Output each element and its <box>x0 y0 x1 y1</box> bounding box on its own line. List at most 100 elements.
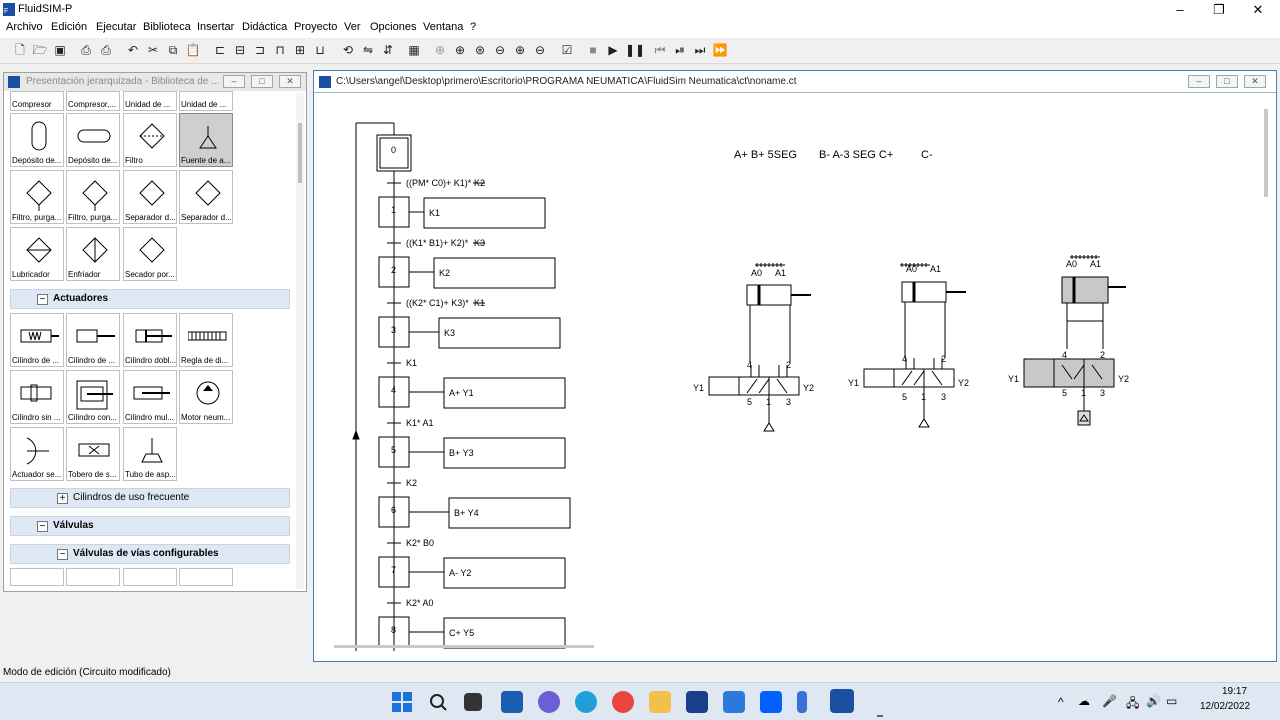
check-drawing-icon[interactable]: ☑ <box>559 42 575 58</box>
chat-icon[interactable] <box>538 691 560 713</box>
circuit-maximize-button[interactable]: □ <box>1216 75 1238 88</box>
align-bottom-icon[interactable]: ⊔ <box>312 42 328 58</box>
zoom-icon[interactable]: ⊕ <box>432 42 448 58</box>
menu-insertar[interactable]: Insertar <box>197 21 234 33</box>
circuit-close-button[interactable]: ✕ <box>1244 75 1266 88</box>
align-top-icon[interactable]: ⊓ <box>272 42 288 58</box>
menu-edicion[interactable]: Edición <box>51 21 87 33</box>
library-tile-secador[interactable]: Secador por... <box>123 227 177 281</box>
edge-browser-icon[interactable] <box>575 691 597 713</box>
open-folder-icon[interactable]: 🗁 <box>32 42 48 58</box>
store-icon[interactable] <box>686 691 708 713</box>
align-right-icon[interactable]: ⊐ <box>252 42 268 58</box>
category-valvulas[interactable]: − Válvulas <box>10 516 290 536</box>
library-tile[interactable]: Compresor <box>10 91 64 111</box>
library-tile-fuente[interactable]: Fuente de a... <box>179 113 233 167</box>
library-scroll-thumb[interactable] <box>298 123 302 183</box>
library-tile-actuador[interactable]: Actuador se... <box>10 427 64 481</box>
mirror-vertical-icon[interactable]: ⇵ <box>380 42 396 58</box>
circuit-minimize-button[interactable]: – <box>1188 75 1210 88</box>
cut-icon[interactable]: ✂ <box>145 42 161 58</box>
copy-icon[interactable]: ⧉ <box>165 42 181 58</box>
stop-icon[interactable]: ■ <box>585 42 601 58</box>
align-center-icon[interactable]: ⊟ <box>232 42 248 58</box>
step-forward-icon[interactable]: ⏭ <box>692 42 708 58</box>
menu-didactica[interactable]: Didáctica <box>242 21 287 33</box>
library-tile-lubricador[interactable]: Lubricador <box>10 227 64 281</box>
close-button[interactable]: ✕ <box>1241 0 1275 20</box>
menu-biblioteca[interactable]: Biblioteca <box>143 21 191 33</box>
menu-ventana[interactable]: Ventana <box>423 21 463 33</box>
library-tile[interactable]: Compresor,... <box>66 91 120 111</box>
library-tile[interactable]: Filtro, purga... <box>66 170 120 224</box>
file-explorer-icon[interactable] <box>649 691 671 713</box>
battery-icon[interactable]: ▭ <box>1166 694 1177 708</box>
library-tile-tubo[interactable]: Tubo de asp... <box>123 427 177 481</box>
clock-time[interactable]: 19:17 <box>1222 686 1247 697</box>
library-maximize-button[interactable]: □ <box>251 75 273 88</box>
library-tile-deposito-2[interactable]: Depósito de... <box>66 113 120 167</box>
menu-proyecto[interactable]: Proyecto <box>294 21 337 33</box>
mirror-horizontal-icon[interactable]: ⇋ <box>360 42 376 58</box>
library-tile[interactable]: Separador d... <box>179 170 233 224</box>
reset-icon[interactable]: ⏮ <box>652 42 668 58</box>
align-middle-icon[interactable]: ⊞ <box>292 42 308 58</box>
print-preview-icon[interactable]: ⎙ <box>78 42 94 58</box>
pneumatic-group-a[interactable] <box>708 263 811 432</box>
pneumatic-group-c[interactable] <box>1023 255 1126 426</box>
library-tile-cilindro-con[interactable]: Cilindro con... <box>66 370 120 424</box>
library-tile-cilindro-multi[interactable]: Cilindro mul... <box>123 370 177 424</box>
clock-date[interactable]: 12/02/2022 <box>1200 701 1250 712</box>
library-tile-regla[interactable]: Regla de di... <box>179 313 233 367</box>
undo-icon[interactable]: ↶ <box>125 42 141 58</box>
minimize-button[interactable]: – <box>1163 0 1197 20</box>
circuit-vertical-scrollbar[interactable] <box>1260 95 1272 657</box>
library-tile[interactable]: Separador d... <box>123 170 177 224</box>
collapse-icon[interactable]: − <box>37 294 48 305</box>
save-icon[interactable]: ▣ <box>52 42 68 58</box>
dropbox-icon[interactable] <box>760 691 782 713</box>
circuit-horizontal-scroll-thumb[interactable] <box>334 645 594 648</box>
microphone-icon[interactable]: 🎤 <box>1102 694 1117 708</box>
cloud-icon[interactable]: ☁ <box>1078 694 1090 708</box>
paste-icon[interactable]: 📋 <box>185 42 201 58</box>
mail-icon[interactable] <box>723 691 745 713</box>
library-scrollbar[interactable] <box>296 93 304 589</box>
menu-ver[interactable]: Ver <box>344 21 361 33</box>
app-icon[interactable] <box>797 691 807 713</box>
new-file-icon[interactable]: 🗋 <box>12 42 28 58</box>
library-tile-cilindro-sin[interactable]: Cilindro sin ... <box>10 370 64 424</box>
collapse-icon[interactable]: − <box>37 521 48 532</box>
library-tile[interactable]: Unidad de ... <box>179 91 233 111</box>
library-tile[interactable]: Filtro, purga... <box>10 170 64 224</box>
chrome-browser-icon[interactable] <box>612 691 634 713</box>
circuit-drawing[interactable]: A+ B+ 5SEG B- A-3 SEG C+ C- 0 1 2 3 4 5 … <box>319 93 1259 653</box>
menu-opciones[interactable]: Opciones <box>370 21 416 33</box>
task-view-icon[interactable] <box>464 693 482 711</box>
chevron-up-icon[interactable]: ^ <box>1058 695 1064 709</box>
zoom-previous-icon[interactable]: ⊖ <box>492 42 508 58</box>
expand-icon[interactable]: + <box>57 493 68 504</box>
step-icon[interactable]: ⏯ <box>672 42 688 58</box>
library-close-button[interactable]: ✕ <box>279 75 301 88</box>
grid-icon[interactable]: ▦ <box>406 42 422 58</box>
library-tile-enfriador[interactable]: Enfriador <box>66 227 120 281</box>
library-tile[interactable] <box>10 568 64 586</box>
fast-forward-icon[interactable]: ⏩ <box>712 42 728 58</box>
category-valvulas-vias[interactable]: − Válvulas de vías configurables <box>10 544 290 564</box>
zoom-window-icon[interactable]: ⊛ <box>472 42 488 58</box>
library-tile-cilindro[interactable]: Cilindro de ... <box>10 313 64 367</box>
library-tile[interactable] <box>123 568 177 586</box>
fluidsim-taskbar-icon[interactable] <box>830 689 854 713</box>
category-actuadores[interactable]: − Actuadores <box>10 289 290 309</box>
print-icon[interactable]: ⎙ <box>98 42 114 58</box>
zoom-fit-icon[interactable]: ⊕ <box>452 42 468 58</box>
library-tile[interactable]: Unidad de ... <box>123 91 177 111</box>
library-tile-cilindro[interactable]: Cilindro de ... <box>66 313 120 367</box>
library-tile-cilindro-doble[interactable]: Cilindro dobl... <box>123 313 177 367</box>
align-left-icon[interactable]: ⊏ <box>212 42 228 58</box>
library-tile[interactable] <box>66 568 120 586</box>
rotate-icon[interactable]: ⟲ <box>340 42 356 58</box>
collapse-icon[interactable]: − <box>57 549 68 560</box>
network-icon[interactable]: 🖧 <box>1126 694 1139 715</box>
